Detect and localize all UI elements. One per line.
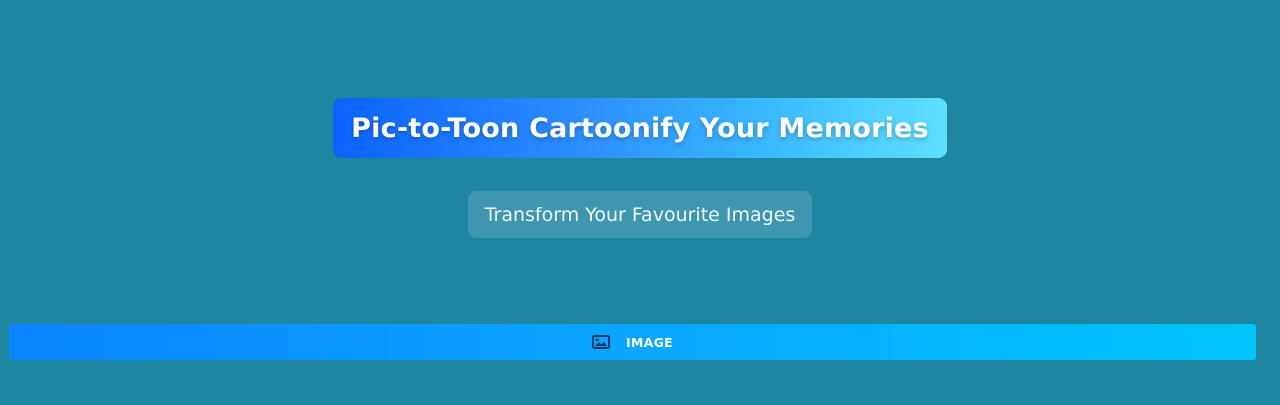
- title-container: Pic-to-Toon Cartoonify Your Memories: [0, 98, 1280, 158]
- image-upload-button[interactable]: IMAGE: [9, 324, 1256, 360]
- image-upload-label: IMAGE: [625, 334, 674, 350]
- title-badge: Pic-to-Toon Cartoonify Your Memories: [333, 98, 947, 158]
- subtitle-container: Transform Your Favourite Images: [0, 191, 1280, 238]
- page-subtitle: Transform Your Favourite Images: [484, 203, 796, 226]
- page-title: Pic-to-Toon Cartoonify Your Memories: [351, 112, 929, 144]
- image-icon: [591, 335, 610, 349]
- subtitle-pill: Transform Your Favourite Images: [467, 191, 813, 238]
